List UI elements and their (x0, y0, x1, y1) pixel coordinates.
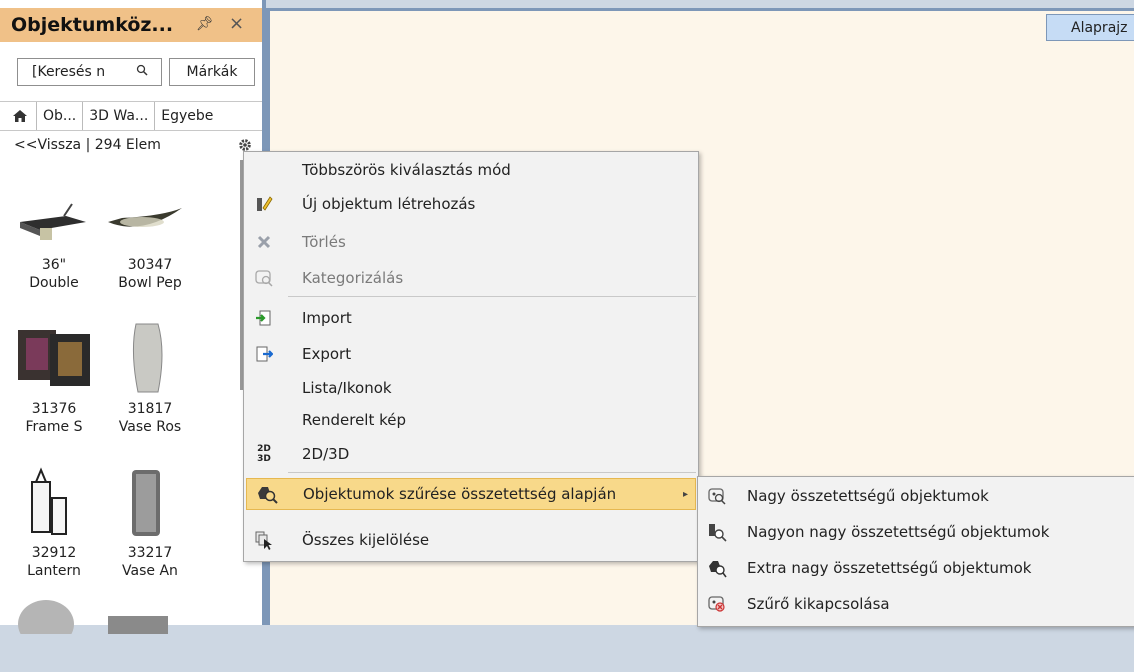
object-thumbnail (102, 322, 198, 400)
submenu-item-label: Szűrő kikapcsolása (747, 595, 890, 613)
menu-item-categorize[interactable]: Kategorizálás (244, 262, 698, 294)
object-name: Double (29, 275, 79, 291)
object-item[interactable]: 31817 Vase Ros (102, 322, 198, 436)
object-name: Frame S (25, 419, 83, 435)
object-item[interactable]: 36" Double (6, 178, 102, 292)
2d-3d-icon: 2D 3D (253, 443, 275, 465)
object-name: Lantern (27, 563, 81, 579)
menu-separator (288, 296, 696, 297)
submenu-item-extra-large[interactable]: Extra nagy összetettségű objektumok (698, 551, 1134, 585)
object-thumbnail (102, 466, 198, 544)
object-name: Vase Ros (118, 419, 182, 435)
complexity-extra-large-icon (706, 557, 728, 579)
object-number: 36" (41, 257, 67, 273)
back-link[interactable]: <<Vissza | 294 Elem (14, 137, 161, 153)
submenu-item-large[interactable]: Nagy összetettségű objektumok (698, 479, 1134, 513)
panel-title-bar: Objektumköz... 📌︎ × (0, 8, 262, 42)
home-icon[interactable] (0, 102, 37, 130)
2d-3d-icon-top: 2D (257, 444, 271, 454)
2d-3d-icon-bottom: 3D (257, 454, 271, 464)
object-item[interactable] (102, 594, 198, 672)
search-input[interactable]: [Keresés n (17, 58, 162, 86)
menu-separator (288, 472, 696, 473)
submenu-item-filter-off[interactable]: Szűrő kikapcsolása (698, 587, 1134, 621)
object-name: Bowl Pep (118, 275, 182, 291)
object-name: Vase An (122, 563, 178, 579)
search-value: [Keresés n (32, 64, 106, 80)
close-icon[interactable]: × (229, 13, 244, 34)
menu-item-list-icons[interactable]: Lista/Ikonok (244, 372, 698, 404)
menu-item-label: Többszörös kiválasztás mód (302, 161, 511, 179)
menu-item-label: Lista/Ikonok (302, 379, 392, 397)
menu-item-select-all[interactable]: Összes kijelölése (244, 524, 698, 556)
object-thumbnail (6, 466, 102, 544)
object-thumbnail (6, 322, 102, 400)
pin-icon[interactable]: 📌︎ (196, 16, 214, 32)
brands-button[interactable]: Márkák (169, 58, 255, 86)
object-library-panel: Objektumköz... 📌︎ × [Keresés n Márkák Ob… (0, 0, 263, 648)
filter-submenu: Nagy összetettségű objektumok Nagyon nag… (697, 476, 1134, 627)
export-icon (253, 343, 275, 365)
panel-title: Objektumköz... (11, 14, 174, 36)
menu-item-import[interactable]: Import (244, 302, 698, 334)
menu-item-label: Renderelt kép (302, 411, 407, 429)
submenu-item-label: Extra nagy összetettségű objektumok (747, 559, 1032, 577)
menu-item-delete[interactable]: Törlés (244, 226, 698, 258)
object-item[interactable]: 31376 Frame S (6, 322, 102, 436)
delete-x-icon (253, 231, 275, 253)
filter-off-icon (706, 593, 728, 615)
menu-item-label: 2D/3D (302, 445, 350, 463)
menu-item-new-object[interactable]: Új objektum létrehozás (244, 188, 698, 220)
menu-item-label: Import (302, 309, 352, 327)
object-thumbnail (102, 178, 198, 256)
object-item[interactable] (6, 594, 102, 672)
submenu-arrow-icon: ▸ (683, 488, 689, 500)
object-thumbnail (6, 594, 102, 672)
submenu-item-very-large[interactable]: Nagyon nagy összetettségű objektumok (698, 515, 1134, 549)
object-item[interactable]: 30347 Bowl Pep (102, 178, 198, 292)
breadcrumb: Ob... 3D Wa... Egyebe (0, 101, 262, 131)
menu-item-label: Törlés (302, 233, 346, 251)
categorize-icon (253, 267, 275, 289)
pencil-icon (253, 193, 275, 215)
filter-complexity-icon (256, 483, 278, 505)
menu-item-filter-complexity[interactable]: Objektumok szűrése összetettség alapján … (246, 478, 696, 510)
menu-item-label: Export (302, 345, 352, 363)
object-thumbnail (102, 594, 198, 672)
submenu-item-label: Nagy összetettségű objektumok (747, 487, 989, 505)
object-number: 32912 (31, 545, 77, 561)
breadcrumb-item[interactable]: Egyebe (155, 102, 219, 130)
object-number: 31817 (127, 401, 173, 417)
search-icon[interactable] (136, 64, 148, 80)
object-item[interactable]: 33217 Vase An (102, 466, 198, 580)
breadcrumb-item[interactable]: Ob... (37, 102, 84, 130)
complexity-very-large-icon (706, 521, 728, 543)
menu-item-label: Összes kijelölése (302, 531, 430, 549)
submenu-item-label: Nagyon nagy összetettségű objektumok (747, 523, 1050, 541)
menu-item-multi-select[interactable]: Többszörös kiválasztás mód (244, 154, 698, 186)
object-thumbnail (6, 178, 102, 256)
select-all-icon (253, 529, 275, 551)
context-menu: Többszörös kiválasztás mód Új objektum l… (243, 151, 699, 562)
breadcrumb-item[interactable]: 3D Wa... (83, 102, 156, 130)
menu-item-rendered-image[interactable]: Renderelt kép (244, 404, 698, 436)
menu-item-label: Kategorizálás (302, 269, 404, 287)
menu-item-export[interactable]: Export (244, 338, 698, 370)
tab-floor-plan[interactable]: Alaprajz (1046, 14, 1134, 41)
menu-item-label: Új objektum létrehozás (302, 195, 476, 213)
import-icon (253, 307, 275, 329)
menu-item-label: Objektumok szűrése összetettség alapján (303, 485, 617, 503)
object-number: 33217 (127, 545, 173, 561)
object-number: 30347 (127, 257, 173, 273)
object-item[interactable]: 32912 Lantern (6, 466, 102, 580)
complexity-large-icon (706, 485, 728, 507)
object-number: 31376 (31, 401, 77, 417)
menu-item-2d-3d[interactable]: 2D 3D 2D/3D (244, 438, 698, 470)
